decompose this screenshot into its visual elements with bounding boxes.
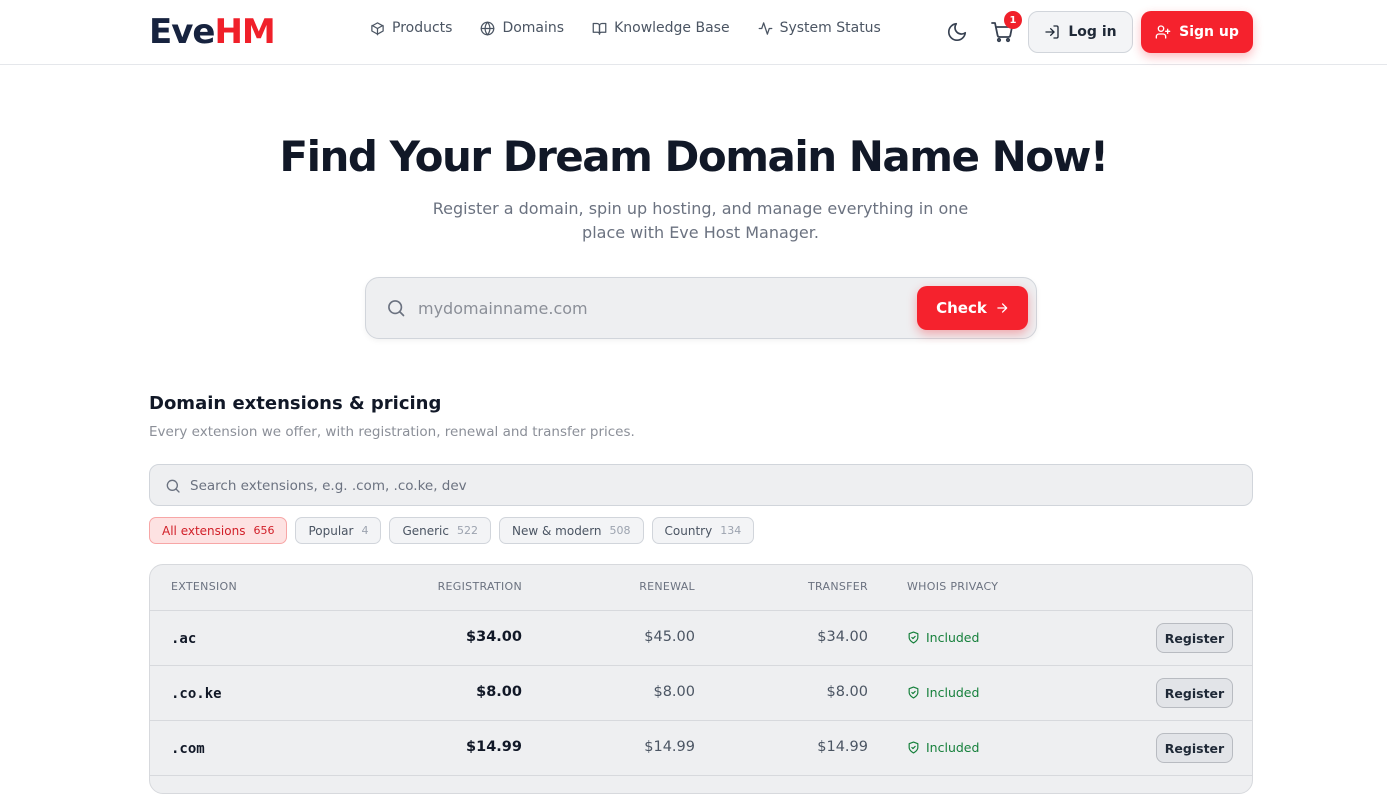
filter-chip-country[interactable]: Country 134: [651, 517, 755, 544]
pricing-table: EXTENSION REGISTRATION RENEWAL TRANSFER …: [149, 564, 1253, 794]
check-label: Check: [936, 299, 987, 317]
nav-item-label: Knowledge Base: [614, 20, 730, 36]
chip-count: 656: [253, 524, 275, 537]
user-plus-icon: [1155, 25, 1171, 39]
register-button[interactable]: Register: [1156, 678, 1233, 708]
renewal-price: $45.00: [644, 629, 695, 645]
shield-check-icon: [908, 741, 919, 754]
privacy-label: Included: [926, 685, 980, 700]
privacy-status: Included: [907, 740, 979, 755]
transfer-price: $14.99: [817, 739, 868, 755]
activity-icon: [758, 21, 772, 35]
column-header-extension: EXTENSION: [171, 580, 238, 593]
extension-search-box: [149, 464, 1253, 506]
chip-label: New & modern: [512, 523, 602, 538]
check-button[interactable]: Check: [917, 286, 1028, 330]
nav-item-domains[interactable]: Domains: [480, 20, 564, 36]
extension-search-input[interactable]: [190, 475, 1190, 497]
register-button[interactable]: Register: [1156, 623, 1233, 653]
column-header-transfer: TRANSFER: [808, 580, 868, 593]
pricing-title: Domain extensions & pricing: [149, 393, 442, 414]
nav-item-label: System Status: [779, 20, 881, 36]
hero-title: Find Your Dream Domain Name Now!: [279, 132, 1109, 181]
chip-label: All extensions: [162, 523, 246, 538]
column-header-renewal: RENEWAL: [639, 580, 695, 593]
search-icon: [388, 300, 405, 317]
domain-search-input[interactable]: [418, 294, 898, 322]
filter-chip-new-modern[interactable]: New & modern 508: [499, 517, 644, 544]
brand-logo-part1: Eve: [149, 12, 215, 52]
box-icon: [371, 21, 384, 35]
table-row: .com $14.99 $14.99 $14.99 Included Regis…: [150, 721, 1252, 776]
nav-item-label: Products: [392, 20, 453, 36]
nav-item-products[interactable]: Products: [370, 20, 452, 36]
filter-chips: All extensions 656 Popular 4 Generic 522…: [149, 517, 755, 544]
nav-item-knowledge-base[interactable]: Knowledge Base: [592, 20, 730, 36]
extension-cell: .ac: [171, 631, 197, 647]
registration-price: $8.00: [476, 684, 522, 700]
transfer-price: $34.00: [817, 629, 868, 645]
moon-icon[interactable]: [946, 21, 968, 43]
extension-cell: .co.ke: [171, 686, 222, 702]
chip-count: 508: [609, 524, 631, 537]
login-button[interactable]: Log in: [1028, 11, 1133, 53]
extension-cell: .com: [171, 741, 205, 757]
chip-count: 134: [720, 524, 742, 537]
site-header: Eve HM Products Domains Knowledge Base Sy…: [0, 0, 1387, 65]
signup-button[interactable]: Sign up: [1141, 11, 1253, 53]
table-header: EXTENSION REGISTRATION RENEWAL TRANSFER …: [150, 565, 1252, 611]
globe-icon: [481, 20, 495, 36]
shield-check-icon: [908, 686, 919, 699]
registration-price: $34.00: [466, 629, 522, 645]
renewal-price: $8.00: [653, 684, 695, 700]
shield-check-icon: [908, 631, 919, 644]
column-header-registration: REGISTRATION: [437, 580, 522, 593]
privacy-status: Included: [907, 630, 979, 645]
chip-label: Country: [664, 523, 713, 538]
main-nav: Products Domains Knowledge Base System S…: [370, 20, 881, 36]
chip-count: 522: [457, 524, 478, 537]
filter-chip-generic[interactable]: Generic 522: [389, 517, 491, 544]
privacy-label: Included: [926, 630, 980, 645]
privacy-label: Included: [926, 740, 980, 755]
domain-search-box: Check: [365, 277, 1037, 339]
transfer-price: $8.00: [826, 684, 868, 700]
search-icon: [166, 479, 180, 493]
pricing-subtitle: Every extension we offer, with registrat…: [149, 424, 635, 440]
column-header-privacy: WHOIS PRIVACY: [907, 580, 999, 593]
filter-chip-all[interactable]: All extensions 656: [149, 517, 288, 544]
cart-count-badge: 1: [1004, 11, 1022, 29]
log-in-icon: [1045, 25, 1060, 39]
renewal-price: $14.99: [644, 739, 695, 755]
brand-logo-part2: HM: [214, 12, 275, 52]
privacy-status: Included: [907, 685, 979, 700]
brand-logo[interactable]: Eve HM: [149, 12, 276, 52]
nav-item-system-status[interactable]: System Status: [758, 20, 881, 36]
register-button[interactable]: Register: [1156, 733, 1233, 763]
registration-price: $14.99: [466, 739, 522, 755]
arrow-right-icon: [997, 303, 1008, 313]
signup-label: Sign up: [1179, 24, 1239, 40]
table-row: .co.ke $8.00 $8.00 $8.00 Included Regist…: [150, 666, 1252, 721]
book-icon: [592, 22, 607, 35]
filter-chip-popular[interactable]: Popular 4: [295, 517, 382, 544]
chip-label: Popular: [308, 523, 354, 538]
chip-count: 4: [361, 524, 369, 537]
chip-label: Generic: [402, 523, 449, 538]
login-label: Log in: [1068, 24, 1117, 40]
table-row: .ac $34.00 $45.00 $34.00 Included Regist…: [150, 611, 1252, 666]
hero-subtitle: Register a domain, spin up hosting, and …: [432, 199, 969, 242]
nav-item-label: Domains: [502, 20, 565, 36]
